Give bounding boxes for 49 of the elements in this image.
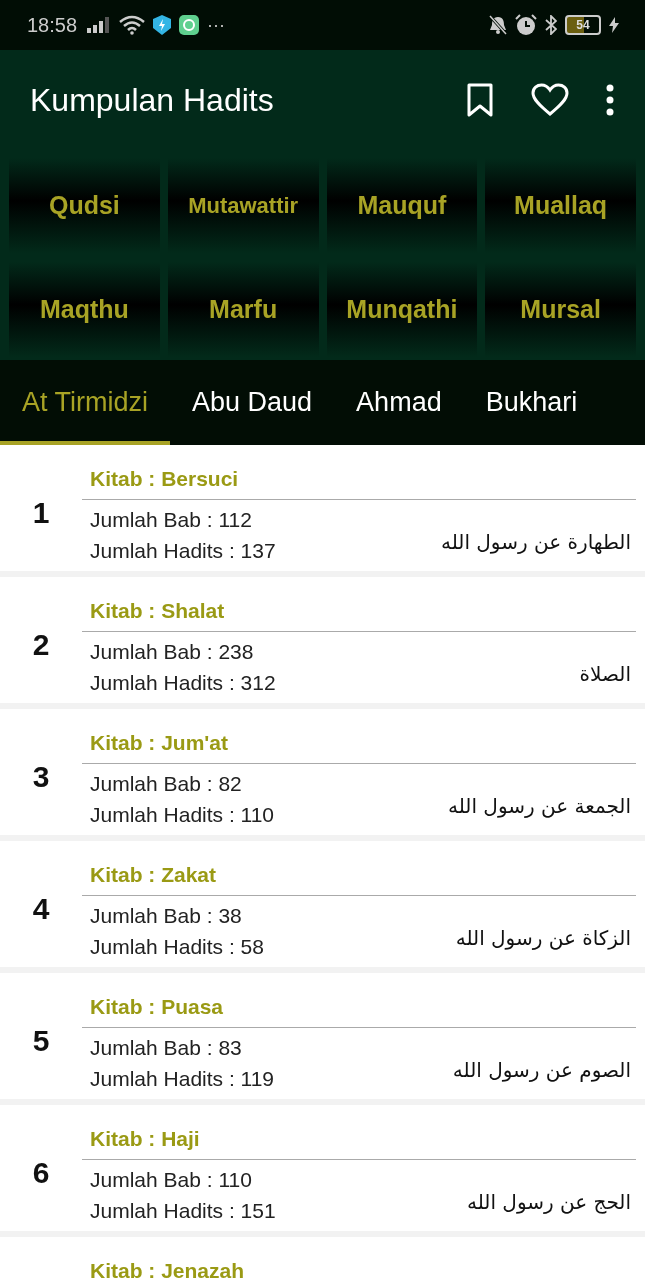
arabic-title: الصوم عن رسول الله [452,1057,631,1082]
wifi-icon [119,15,146,35]
kitab-number: 3 [32,760,50,794]
kitab-title: Kitab : Shalat [89,598,226,624]
kitab-title: Kitab : Haji [89,1126,201,1152]
kitab-title: Kitab : Puasa [89,994,225,1020]
tab[interactable]: Abu Daud [170,360,335,445]
tab[interactable]: Bukhari [463,360,600,445]
clock: 18:58 [27,13,78,37]
kitab-title: Kitab : Jum'at [89,730,229,756]
more-notifications: ··· [207,14,226,36]
bab-count: Jumlah Bab : 112 [90,507,253,533]
heart-icon[interactable] [531,83,569,117]
arabic-title: الجمعة عن رسول الله [448,793,631,818]
kitab-title: Kitab : Zakat [89,862,218,888]
bab-count: Jumlah Bab : 238 [90,639,255,665]
battery-icon: 54 [565,15,601,35]
kitab-number: 1 [32,496,50,530]
shield-icon [153,15,172,35]
arabic-title: الزكاة عن رسول الله [455,925,631,950]
hadits-count: Jumlah Hadits : 110 [90,802,275,828]
bluetooth-icon [545,15,557,35]
charging-icon [609,17,619,33]
hadits-count: Jumlah Hadits : 151 [90,1198,276,1224]
kitab-number: 2 [32,628,50,662]
hadits-count: Jumlah Hadits : 312 [90,670,276,696]
arabic-title: الصلاة [579,661,631,686]
signal-icon [87,17,112,33]
app-title: Kumpulan Hadits [30,81,274,119]
kitab-title: Kitab : Bersuci [89,466,240,492]
hadits-count: Jumlah Hadits : 119 [90,1066,275,1092]
app-icon [179,15,200,35]
bab-count: Jumlah Bab : 110 [90,1167,253,1193]
arabic-title: الحج عن رسول الله [467,1189,631,1214]
kitab-number: 6 [32,1156,50,1190]
bell-off-icon [489,15,507,35]
hadits-count: Jumlah Hadits : 137 [90,538,276,564]
kitab-title: Kitab : Jenazah [89,1258,246,1280]
bab-count: Jumlah Bab : 82 [90,771,243,797]
bab-count: Jumlah Bab : 38 [90,903,243,929]
bab-count: Jumlah Bab : 83 [90,1035,243,1061]
tab[interactable]: Ahmad [334,360,464,445]
hadits-count: Jumlah Hadits : 58 [90,934,264,960]
arabic-title: الطهارة عن رسول الله [441,529,631,554]
kitab-number: 5 [32,1024,50,1058]
bookmark-icon[interactable] [465,83,495,117]
kitab-number: 4 [32,892,50,926]
more-menu-icon[interactable] [605,84,615,116]
alarm-icon [515,14,537,36]
